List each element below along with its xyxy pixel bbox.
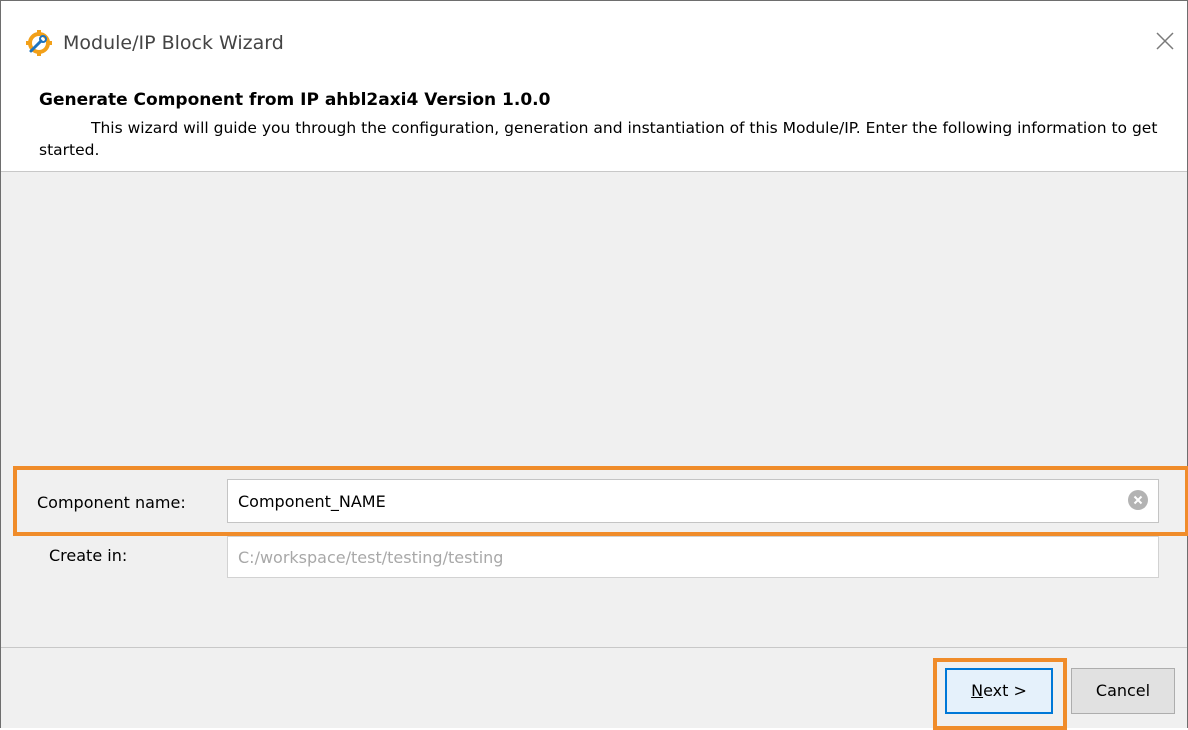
wrench-gear-icon [25, 29, 53, 57]
create-in-input [228, 537, 1158, 577]
title-bar: Module/IP Block Wizard [1, 1, 1187, 85]
create-in-field [227, 536, 1159, 578]
create-in-label: Create in: [49, 546, 128, 565]
page-description: This wizard will guide you through the c… [39, 119, 1158, 159]
close-icon[interactable] [1149, 25, 1181, 57]
cancel-button[interactable]: Cancel [1071, 668, 1175, 714]
button-bar: Next > Cancel [1, 647, 1187, 730]
wizard-window: Module/IP Block Wizard Generate Componen… [0, 0, 1188, 730]
component-name-label: Component name: [37, 493, 186, 512]
component-name-field[interactable] [227, 479, 1159, 523]
next-mnemonic: N [971, 681, 984, 700]
page-title: Generate Component from IP ahbl2axi4 Ver… [39, 90, 551, 110]
next-label: ext > [983, 681, 1027, 700]
next-button[interactable]: Next > [945, 668, 1053, 714]
window-title: Module/IP Block Wizard [63, 32, 284, 54]
body-panel: Component name: Create in: [1, 172, 1188, 647]
component-name-input[interactable] [228, 480, 1158, 522]
header-panel: Generate Component from IP ahbl2axi4 Ver… [1, 85, 1187, 172]
clear-circle-icon[interactable] [1128, 490, 1148, 510]
